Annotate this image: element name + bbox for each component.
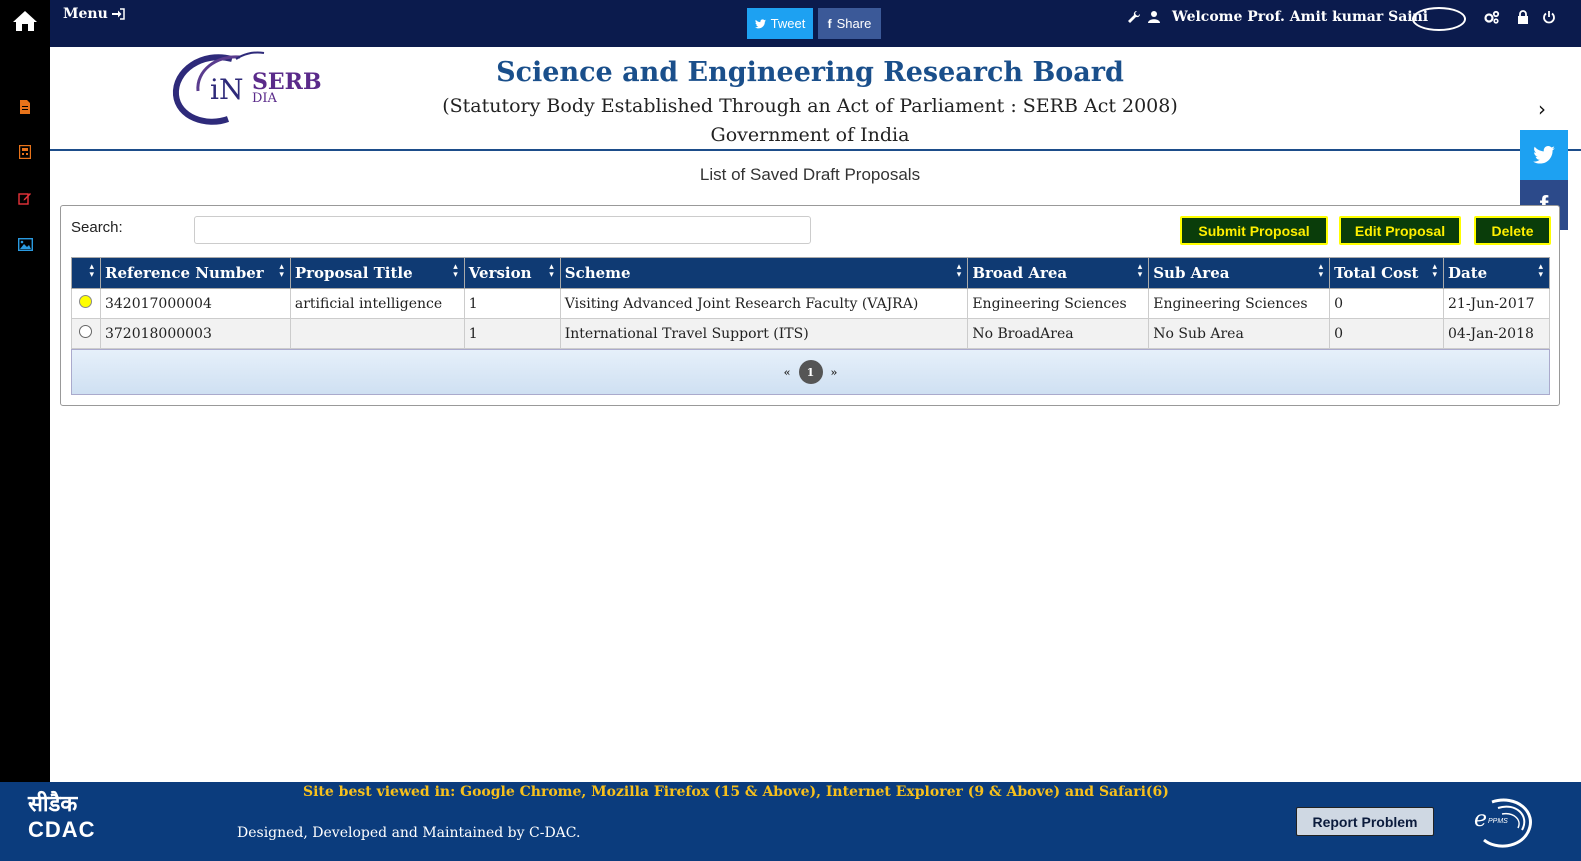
best-viewed-text: Site best viewed in: Google Chrome, Mozi… [303,784,1169,800]
cell-broad-area: No BroadArea [967,318,1150,349]
user-icon[interactable] [1147,10,1161,24]
eppms-logo: e PPMS [1472,794,1536,850]
proposals-table: ▴ ▾ Reference Number ▴ ▾ Proposal Title ▴ ▾ V… [71,257,1550,349]
site-footer: सीडैक CDAC Site best viewed in: Google C… [0,782,1581,861]
sort-icon: ▴ ▾ [956,262,962,280]
tweet-label: Tweet [770,16,806,31]
image-icon [17,237,33,251]
cell-date: 21-Jun-2017 [1443,288,1550,319]
cell-scheme: International Travel Support (ITS) [559,318,969,349]
sort-icon: ▴ ▾ [1538,262,1543,280]
menu-label: Menu [63,6,108,22]
tweet-button[interactable]: Tweet [747,8,813,39]
column-header-reference[interactable]: Reference Number ▴ ▾ [99,257,291,289]
cell-reference: 372018000003 [99,318,291,349]
sort-icon: ▴ ▾ [549,262,554,280]
document-icon [20,100,30,114]
column-header-date[interactable]: Date ▴ ▾ [1443,257,1550,289]
cogs-icon[interactable] [1484,10,1500,24]
left-sidebar [0,0,50,788]
pager-next-button[interactable]: » [831,366,838,379]
column-header-total-cost[interactable]: Total Cost ▴ ▾ [1329,257,1445,289]
cell-version: 1 [463,318,561,349]
cdac-hindi-text: सीडैक [28,792,78,817]
home-button[interactable] [0,0,50,42]
org-subtitle: (Statutory Body Established Through an A… [442,95,1178,117]
table-row[interactable]: 372018000003 1 International Travel Supp… [71,318,1550,349]
cell-title: artificial intelligence [289,288,465,319]
search-input[interactable] [194,216,811,244]
column-header-title[interactable]: Proposal Title ▴ ▾ [289,257,465,289]
cell-date: 04-Jan-2018 [1443,318,1550,349]
sort-icon: ▴ ▾ [89,262,94,280]
sort-icon: ▴ ▾ [1137,262,1143,280]
cdac-logo: सीडैक CDAC [28,792,108,847]
org-government: Government of India [710,124,910,146]
pagination: « 1 » [71,349,1550,395]
cell-broad-area: Engineering Sciences [967,288,1150,319]
column-header-version[interactable]: Version ▴ ▾ [463,257,561,289]
sign-in-icon [111,8,125,20]
report-problem-button[interactable]: Report Problem [1296,807,1434,836]
proposals-panel: Search: Submit Proposal Edit Proposal De… [60,205,1560,406]
cell-total-cost: 0 [1329,318,1445,349]
calculator-icon [19,145,31,159]
cell-sub-area: No Sub Area [1148,318,1331,349]
delete-button[interactable]: Delete [1474,216,1551,245]
sidebar-item-document[interactable] [16,98,34,116]
org-title: Science and Engineering Research Board [496,57,1124,88]
sidebar-item-calculator[interactable] [16,143,34,161]
search-label: Search: [71,219,123,236]
column-header-scheme[interactable]: Scheme ▴ ▾ [559,257,969,289]
pager-prev-button[interactable]: « [784,366,791,379]
submit-proposal-button[interactable]: Submit Proposal [1180,216,1328,245]
power-icon[interactable] [1542,10,1556,24]
sort-icon: ▴ ▾ [1318,262,1324,280]
twitter-icon [1533,146,1555,164]
sidebar-item-edit[interactable] [16,189,34,207]
row-select-cell[interactable] [71,288,101,319]
eppms-text: PPMS [1488,818,1508,825]
cell-title [289,318,465,349]
designed-by-text: Designed, Developed and Maintained by C-… [237,825,581,841]
site-header: iN SERB DIA Science and Engineering Rese… [50,47,1581,151]
svg-text:e: e [1474,807,1487,832]
wrench-icon[interactable] [1127,10,1141,24]
pager-page-1[interactable]: 1 [798,360,823,384]
menu-button[interactable]: Menu [63,6,125,22]
edit-icon [18,193,31,205]
app-root: Menu Tweet f Share Welcome Prof. Amit ku… [0,0,1581,861]
row-select-cell[interactable] [71,318,101,349]
share-label: Share [836,16,872,31]
sidebar-item-image[interactable] [16,235,34,253]
home-icon [13,11,37,31]
sort-icon: ▴ ▾ [279,262,284,280]
column-header-select[interactable]: ▴ ▾ [71,257,101,289]
cell-version: 1 [463,288,561,319]
table-header-row: ▴ ▾ Reference Number ▴ ▾ Proposal Title ▴ ▾ V… [71,257,1550,289]
row-radio[interactable] [79,295,93,308]
top-bar: Menu Tweet f Share Welcome Prof. Amit ku… [50,0,1581,47]
facebook-icon: f [827,16,832,31]
column-header-broad-area[interactable]: Broad Area ▴ ▾ [967,257,1150,289]
profile-oval[interactable] [1412,7,1466,31]
cell-sub-area: Engineering Sciences [1148,288,1331,319]
cdac-text: CDAC [28,817,96,842]
row-radio[interactable] [79,325,93,338]
sort-icon: ▴ ▾ [1432,262,1438,280]
cell-reference: 342017000004 [99,288,291,319]
chevron-right-icon[interactable]: › [1538,97,1546,121]
twitter-icon [754,18,766,28]
page-title: List of Saved Draft Proposals [699,165,921,184]
cell-total-cost: 0 [1329,288,1445,319]
table-row[interactable]: 342017000004 artificial intelligence 1 V… [71,288,1550,319]
welcome-text: Welcome Prof. Amit kumar Saini [1172,9,1429,25]
share-button[interactable]: f Share [818,8,881,39]
sort-icon: ▴ ▾ [453,262,458,280]
lock-icon[interactable] [1516,10,1530,24]
column-header-sub-area[interactable]: Sub Area ▴ ▾ [1148,257,1331,289]
cell-scheme: Visiting Advanced Joint Research Faculty… [559,288,969,319]
edit-proposal-button[interactable]: Edit Proposal [1339,216,1461,245]
